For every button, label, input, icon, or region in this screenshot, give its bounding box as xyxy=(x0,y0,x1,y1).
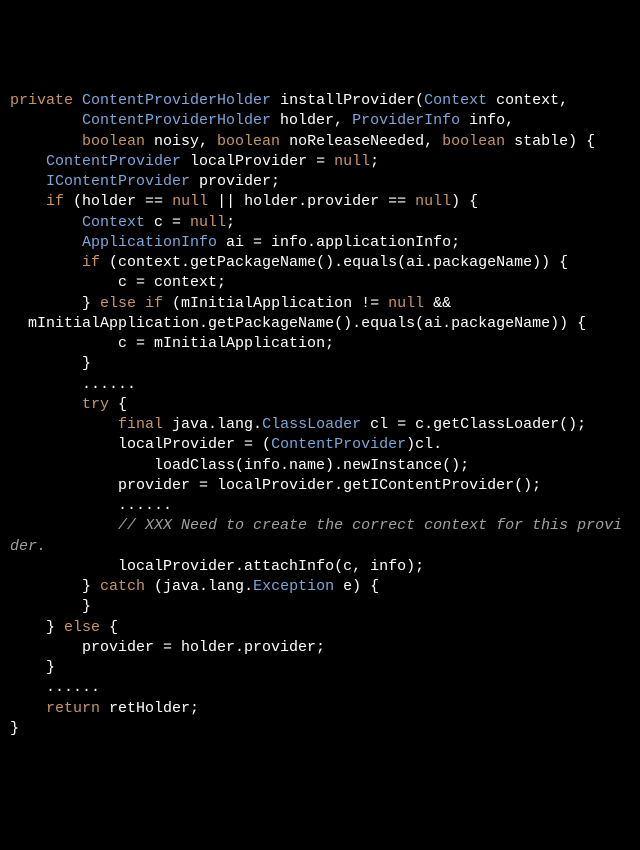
code-token: null xyxy=(190,214,226,231)
code-token xyxy=(73,92,82,109)
code-token: (holder == xyxy=(64,193,172,210)
code-token: boolean xyxy=(217,133,280,150)
code-token: if xyxy=(82,254,100,271)
code-token: private xyxy=(10,92,73,109)
code-token: final xyxy=(118,416,163,433)
code-token: IContentProvider xyxy=(46,173,190,190)
code-token: ProviderInfo xyxy=(352,112,460,129)
code-token: c = xyxy=(145,214,190,231)
code-token: Context xyxy=(424,92,487,109)
code-token: else if xyxy=(100,295,163,312)
code-token: null xyxy=(415,193,451,210)
code-token: ClassLoader xyxy=(262,416,361,433)
code-token: ApplicationInfo xyxy=(82,234,217,251)
code-token: noisy, xyxy=(145,133,217,150)
code-token: Context xyxy=(82,214,145,231)
code-token: holder, xyxy=(271,112,352,129)
code-token: (java.lang. xyxy=(145,578,253,595)
code-token: ContentProviderHolder xyxy=(82,92,271,109)
code-token: null xyxy=(388,295,424,312)
code-block: private ContentProviderHolder installPro… xyxy=(10,91,630,739)
code-token: noReleaseNeeded, xyxy=(280,133,442,150)
code-token: || holder.provider == xyxy=(208,193,415,210)
code-token: (mInitialApplication != xyxy=(163,295,388,312)
code-token: Exception xyxy=(253,578,334,595)
code-token: boolean xyxy=(82,133,145,150)
code-token: java.lang. xyxy=(163,416,262,433)
code-token: installProvider( xyxy=(271,92,424,109)
code-token: return xyxy=(46,700,100,717)
code-token: null xyxy=(172,193,208,210)
code-token: try xyxy=(82,396,109,413)
code-token: catch xyxy=(100,578,145,595)
code-token: ContentProvider xyxy=(46,153,181,170)
code-token: localProvider = xyxy=(181,153,334,170)
code-token: else xyxy=(64,619,100,636)
code-token: null xyxy=(334,153,370,170)
code-token: ContentProviderHolder xyxy=(82,112,271,129)
code-token: ContentProvider xyxy=(271,436,406,453)
code-token: if xyxy=(46,193,64,210)
code-token: boolean xyxy=(442,133,505,150)
